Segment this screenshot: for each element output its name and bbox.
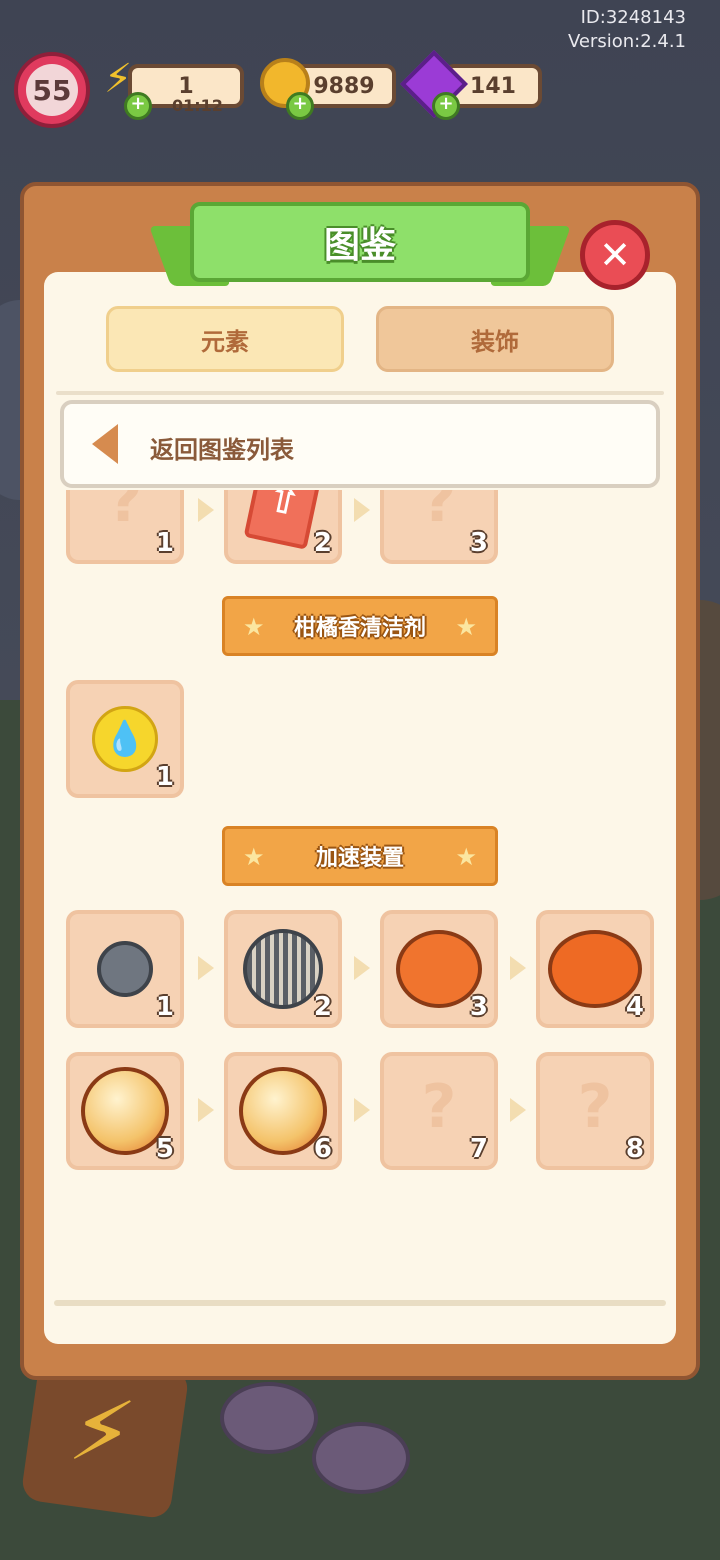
item-number: 7: [469, 1134, 488, 1164]
add-coins-button[interactable]: +: [286, 92, 314, 120]
collection-scroll-area[interactable]: ? 1 ⇧ 2 ? 3 ★ 柑橘香清洁剂 ★ 💧 1 ★ 加速装置 ★ 1 2: [44, 490, 676, 1290]
star-icon: ★: [243, 613, 265, 641]
arrow-right-icon: [354, 956, 370, 980]
item-card-locked[interactable]: ? 3: [380, 490, 498, 564]
back-to-list-button[interactable]: 返回图鉴列表: [60, 400, 660, 488]
back-label: 返回图鉴列表: [150, 436, 294, 464]
energy-timer: 01:12: [172, 96, 223, 115]
arrow-right-icon: [510, 1098, 526, 1122]
star-icon: ★: [455, 613, 477, 641]
item-number: 1: [155, 762, 174, 792]
item-card[interactable]: 3: [380, 910, 498, 1028]
level-number: 55: [26, 64, 78, 116]
item-card[interactable]: 💧 1: [66, 680, 184, 798]
background-stool: [312, 1422, 410, 1494]
item-card[interactable]: 2: [224, 910, 342, 1028]
modal-title-banner: 图鉴: [190, 202, 530, 282]
back-arrow-icon: [92, 424, 118, 464]
background-stool: [220, 1382, 318, 1454]
tab-decorations[interactable]: 装饰: [376, 306, 614, 372]
divider: [56, 391, 664, 395]
item-card[interactable]: 5: [66, 1052, 184, 1170]
item-number: 8: [625, 1134, 644, 1164]
device-level2-icon: [243, 929, 323, 1009]
item-card[interactable]: 1: [66, 910, 184, 1028]
item-card[interactable]: ⇧ 2: [224, 490, 342, 564]
item-card[interactable]: 4: [536, 910, 654, 1028]
category-banner: ★ 加速装置 ★: [222, 826, 498, 886]
item-number: 3: [469, 992, 488, 1022]
item-card-locked[interactable]: ? 1: [66, 490, 184, 564]
item-number: 3: [469, 528, 488, 558]
arrow-right-icon: [510, 956, 526, 980]
device-level1-icon: [97, 941, 153, 997]
item-number: 1: [155, 992, 174, 1022]
close-icon: ✕: [599, 233, 631, 277]
arrow-right-icon: [354, 498, 370, 522]
arrow-right-icon: [354, 1098, 370, 1122]
coins-value: 9889: [313, 74, 375, 99]
arrow-right-icon: [198, 1098, 214, 1122]
id-version-text: ID:3248143 Version:2.4.1: [567, 7, 686, 52]
item-card-locked[interactable]: ? 8: [536, 1052, 654, 1170]
arrow-right-icon: [198, 956, 214, 980]
level-badge[interactable]: 55: [14, 52, 90, 128]
add-gems-button[interactable]: +: [432, 92, 460, 120]
item-number: 5: [155, 1134, 174, 1164]
question-icon: ?: [577, 1072, 613, 1142]
close-button[interactable]: ✕: [580, 220, 650, 290]
add-energy-button[interactable]: +: [124, 92, 152, 120]
modal-title: 图鉴: [323, 225, 396, 266]
category-title: 加速装置: [315, 846, 404, 871]
item-number: 4: [625, 992, 644, 1022]
item-number: 2: [313, 992, 332, 1022]
item-card-locked[interactable]: ? 7: [380, 1052, 498, 1170]
cleaner-drop-icon: 💧: [92, 706, 158, 772]
item-card[interactable]: 6: [224, 1052, 342, 1170]
question-icon: ?: [421, 1072, 457, 1142]
upgrade-card-icon: ⇧: [243, 490, 323, 550]
star-icon: ★: [455, 843, 477, 871]
item-number: 2: [313, 528, 332, 558]
category-title: 柑橘香清洁剂: [293, 616, 426, 641]
tab-elements[interactable]: 元素: [106, 306, 344, 372]
category-banner: ★ 柑橘香清洁剂 ★: [222, 596, 498, 656]
star-icon: ★: [243, 843, 265, 871]
item-number: 1: [155, 528, 174, 558]
item-number: 6: [313, 1134, 332, 1164]
panel-bottom-edge: [54, 1300, 666, 1306]
arrow-right-icon: [198, 498, 214, 522]
